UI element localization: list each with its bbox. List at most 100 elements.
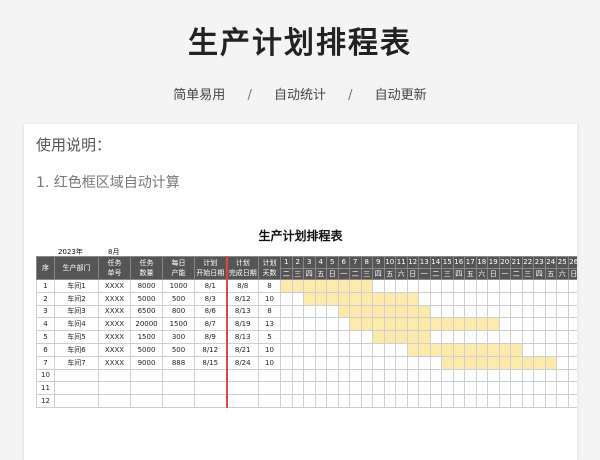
schedule-cell [567, 304, 577, 319]
table-row: 6 车间6 XXXX 5000 500 8/12 8/21 10 [36, 342, 577, 357]
schedule-cell [475, 394, 488, 408]
cell-plan-days: 13 [258, 317, 281, 332]
schedule-cell [464, 304, 477, 319]
schedule-cell [326, 355, 339, 370]
schedule-cell [372, 368, 385, 383]
header-task-no: 任务 单号 [98, 256, 131, 280]
schedule-bar-cell [280, 279, 293, 293]
schedule-cell [544, 304, 557, 319]
cell-finish-date [225, 368, 259, 383]
schedule-bar-cell [429, 317, 442, 332]
schedule-bar-cell [521, 355, 534, 370]
schedule-cell [360, 330, 373, 344]
cell-seq: 11 [36, 381, 55, 396]
table-row: 10 [36, 368, 577, 383]
schedule-cell [498, 304, 511, 319]
preview-card: 使用说明： 1. 红色框区域自动计算 生产计划排程表 2023年 8月 序生产部… [24, 124, 577, 460]
schedule-cell [406, 394, 419, 408]
cell-qty: 8000 [130, 279, 163, 293]
schedule-bar-cell [383, 317, 396, 332]
header-weekday: 六 [475, 267, 488, 280]
schedule-cell [556, 291, 569, 306]
schedule-bar-cell [452, 342, 465, 357]
table-row: 11 [36, 381, 577, 396]
schedule-cell [510, 291, 523, 306]
schedule-cell [429, 355, 442, 370]
cell-plan-days: 10 [258, 291, 281, 306]
cell-finish-date: 8/8 [225, 279, 259, 293]
schedule-bar-cell [372, 304, 385, 319]
schedule-cell [475, 304, 488, 319]
cell-seq: 3 [36, 304, 55, 319]
header-day-number: 4 [314, 256, 327, 269]
schedule-cell [395, 368, 408, 383]
schedule-cell [556, 342, 569, 357]
schedule-cell [418, 394, 431, 408]
schedule-cell [395, 394, 408, 408]
schedule-cell [544, 330, 557, 344]
schedule-cell [498, 394, 511, 408]
feature-item: 自动更新 [374, 88, 427, 103]
schedule-bar-cell [326, 279, 339, 293]
header-weekday: 二 [429, 267, 442, 280]
schedule-cell [441, 368, 454, 383]
cell-dept: 车间7 [54, 355, 99, 370]
schedule-cell [349, 381, 362, 396]
schedule-cell [383, 279, 396, 293]
cell-seq: 7 [36, 355, 55, 370]
schedule-cell [406, 355, 419, 370]
schedule-cell [280, 355, 293, 370]
schedule-bar-cell [464, 355, 477, 370]
schedule-bar-cell [360, 304, 373, 319]
schedule-bar-cell [429, 342, 442, 357]
header-weekday: 四 [533, 267, 546, 280]
schedule-cell [280, 304, 293, 319]
schedule-cell [544, 291, 557, 306]
schedule-bar-cell [337, 279, 350, 293]
schedule-cell [556, 394, 569, 408]
table-row: 7 车间7 XXXX 9000 888 8/15 8/24 10 [36, 355, 577, 370]
schedule-cell [383, 355, 396, 370]
cell-daily-capacity: 500 [162, 342, 195, 357]
schedule-cell [533, 330, 546, 344]
header-qty: 任务 数量 [130, 256, 163, 280]
schedule-cell [544, 381, 557, 396]
feature-list: 简单易用 / 自动统计 / 自动更新 [0, 84, 600, 103]
cell-qty [130, 368, 163, 383]
cell-finish-date: 8/13 [225, 304, 259, 319]
schedule-cell [303, 304, 316, 319]
schedule-bar-cell [383, 291, 396, 306]
cell-dept [54, 381, 99, 396]
header-weekday: 日 [567, 267, 577, 280]
schedule-cell [567, 355, 577, 370]
schedule-cell [418, 368, 431, 383]
schedule-cell [567, 368, 577, 383]
schedule-cell [544, 394, 557, 408]
cell-qty [130, 394, 163, 408]
schedule-cell [533, 368, 546, 383]
schedule-cell [280, 394, 293, 408]
schedule-cell [314, 381, 327, 396]
cell-seq: 4 [36, 317, 55, 332]
schedule-bar-cell [406, 291, 419, 306]
schedule-bar-cell [441, 355, 454, 370]
cell-daily-capacity [162, 368, 195, 383]
schedule-cell [533, 342, 546, 357]
header-day-number: 7 [349, 256, 362, 269]
cell-daily-capacity: 1500 [162, 317, 195, 332]
schedule-bar-cell [314, 291, 327, 306]
schedule-cell [441, 304, 454, 319]
schedule-cell [360, 355, 373, 370]
schedule-cell [556, 368, 569, 383]
cell-seq: 1 [36, 279, 55, 293]
schedule-cell [498, 330, 511, 344]
schedule-cell [487, 304, 500, 319]
header-weekday: 二 [510, 267, 523, 280]
cell-daily-capacity: 1000 [162, 279, 195, 293]
schedule-bar-cell [395, 330, 408, 344]
schedule-cell [383, 394, 396, 408]
header-day-number: 13 [418, 256, 431, 269]
schedule-bar-cell [395, 291, 408, 306]
schedule-cell [464, 394, 477, 408]
schedule-cell [464, 381, 477, 396]
